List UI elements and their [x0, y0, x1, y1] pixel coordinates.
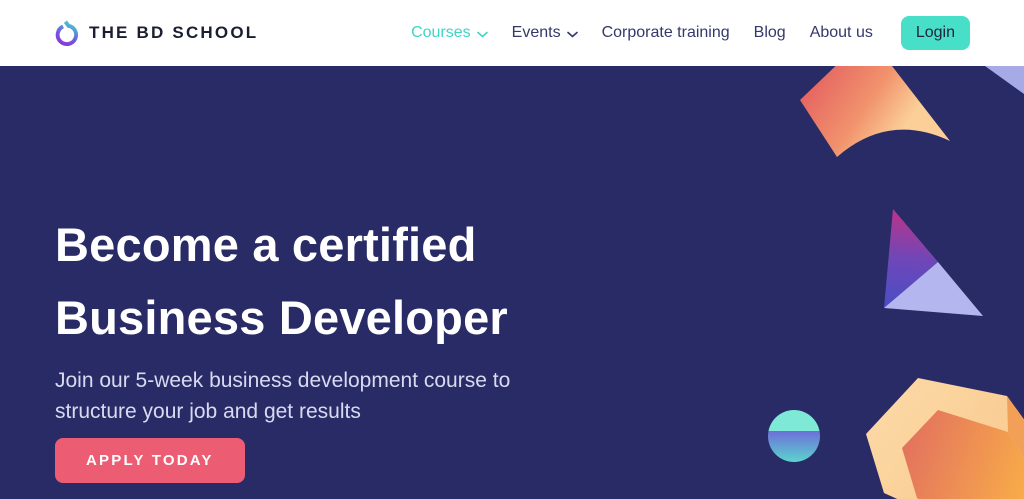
nav-item-courses-label: Courses — [411, 24, 471, 41]
bd-school-logo-icon — [55, 20, 79, 47]
main-nav: Courses Events Corporate training Blog A… — [411, 16, 970, 50]
brand-logo-link[interactable]: THE BD SCHOOL — [55, 19, 258, 47]
login-button[interactable]: Login — [900, 16, 970, 50]
brand-name: THE BD SCHOOL — [89, 23, 259, 42]
nav-item-corporate-training[interactable]: Corporate training — [602, 24, 730, 42]
nav-item-blog[interactable]: Blog — [754, 24, 786, 42]
nav-item-courses[interactable]: Courses — [411, 24, 488, 42]
nav-item-events[interactable]: Events — [512, 24, 578, 42]
decor-hexagon — [866, 378, 1024, 499]
nav-item-corporate-training-label: Corporate training — [601, 24, 730, 41]
decor-corner-triangle — [985, 66, 1024, 94]
decor-wedge-shape — [800, 66, 950, 157]
nav-item-about-us-label: About us — [809, 24, 873, 41]
decor-light-triangle — [884, 262, 983, 316]
apply-today-button[interactable]: APPLY TODAY — [55, 437, 245, 483]
nav-item-blog-label: Blog — [753, 24, 786, 41]
hero-subtitle: Join our 5-week business development cou… — [55, 368, 511, 424]
hero-title: Become a certified Business Developer — [55, 208, 533, 355]
chevron-down-icon — [476, 31, 488, 37]
decor-circle — [768, 410, 820, 462]
top-navbar: THE BD SCHOOL Courses Events Corporate t… — [0, 0, 1024, 66]
nav-item-events-label: Events — [511, 24, 561, 41]
decor-gradient-triangle — [884, 209, 938, 308]
page: THE BD SCHOOL Courses Events Corporate t… — [0, 0, 1024, 499]
chevron-down-icon — [566, 31, 578, 37]
hero-section: Become a certified Business Developer Jo… — [0, 66, 1024, 499]
hero-title-line2: Business Developer — [55, 291, 508, 345]
hero-title-line1: Become a certified — [55, 218, 477, 271]
nav-item-about-us[interactable]: About us — [810, 24, 873, 42]
hero-content: Become a certified Business Developer Jo… — [55, 208, 533, 483]
